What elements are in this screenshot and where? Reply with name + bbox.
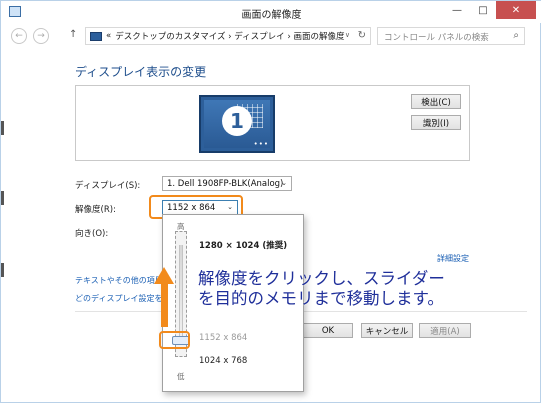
caption-buttons: — □ ✕ (444, 1, 536, 19)
close-button[interactable]: ✕ (496, 1, 536, 19)
cancel-button[interactable]: キャンセル (361, 323, 413, 338)
monitor-icon[interactable]: 1 ••• (199, 95, 275, 153)
apply-button[interactable]: 適用(A) (419, 323, 471, 338)
address-bar[interactable]: « デスクトップのカスタマイズ › ディスプレイ › 画面の解像度 ∨ ↻ (85, 27, 371, 45)
edge-strip (1, 121, 4, 135)
back-arrow-icon[interactable]: ← (11, 28, 27, 44)
maximize-button[interactable]: □ (470, 1, 496, 19)
resolution-option-1024[interactable]: 1024 x 768 (199, 356, 247, 366)
chevron-down-icon: ⌄ (281, 179, 287, 187)
navigation-bar: ← → ↑ « デスクトップのカスタマイズ › ディスプレイ › 画面の解像度 … (1, 23, 541, 49)
callout-line-1: 解像度をクリックし、スライダー (198, 269, 445, 288)
address-prefix: « (106, 31, 112, 41)
up-arrow-annotation-icon (154, 267, 174, 284)
up-arrow-icon[interactable]: ↑ (69, 29, 77, 40)
resolution-slider-fill (179, 245, 183, 337)
display-settings-link[interactable]: どのディスプレイ設定を選 (75, 293, 170, 304)
detect-button[interactable]: 検出(C) (411, 94, 461, 109)
orientation-label: 向き(O): (75, 229, 109, 239)
search-input[interactable]: コントロール パネルの検索 ⌕ (377, 27, 525, 45)
ok-button[interactable]: OK (303, 323, 353, 338)
advanced-settings-link[interactable]: 詳細設定 (437, 253, 469, 264)
resolution-option-1152[interactable]: 1152 x 864 (199, 333, 247, 343)
edge-strip (1, 263, 4, 277)
page-title: ディスプレイ表示の変更 (75, 65, 207, 79)
display-label: ディスプレイ(S): (75, 181, 141, 191)
minimize-button[interactable]: — (444, 1, 470, 19)
monitor-number: 1 (222, 106, 252, 136)
display-select[interactable]: 1. Dell 1908FP-BLK(Analog) ⌄ (162, 176, 292, 191)
search-placeholder: コントロール パネルの検索 (384, 33, 489, 43)
callout-line-2: を目的のメモリまで移動します。 (198, 289, 444, 308)
identify-button[interactable]: 識別(I) (411, 115, 461, 130)
text-size-link[interactable]: テキストやその他の項目 (75, 275, 163, 286)
slider-thumb-highlight (159, 331, 190, 349)
resolution-option-1280[interactable]: 1280 × 1024 (推奨) (199, 239, 287, 251)
search-icon[interactable]: ⌕ (513, 30, 519, 41)
control-panel-icon (90, 31, 102, 41)
edge-strip (1, 191, 4, 205)
forward-arrow-icon[interactable]: → (33, 28, 49, 44)
instruction-callout: 解像度をクリックし、スライダー を目的のメモリまで移動します。 (198, 269, 445, 309)
resolution-label: 解像度(R): (75, 205, 116, 215)
refresh-icon[interactable]: ↻ (358, 30, 366, 41)
display-select-value: 1. Dell 1908FP-BLK(Analog) (167, 179, 284, 189)
screen-resolution-window: 画面の解像度 — □ ✕ ← → ↑ « デスクトップのカスタマイズ › ディス… (0, 0, 541, 403)
title-bar: 画面の解像度 — □ ✕ (1, 1, 541, 23)
breadcrumb[interactable]: デスクトップのカスタマイズ › ディスプレイ › 画面の解像度 (115, 30, 344, 42)
slider-low-label: 低 (177, 372, 185, 381)
monitor-dots: ••• (253, 140, 269, 148)
chevron-down-icon[interactable]: ∨ (345, 31, 350, 39)
arrow-annotation-shaft (161, 283, 168, 327)
